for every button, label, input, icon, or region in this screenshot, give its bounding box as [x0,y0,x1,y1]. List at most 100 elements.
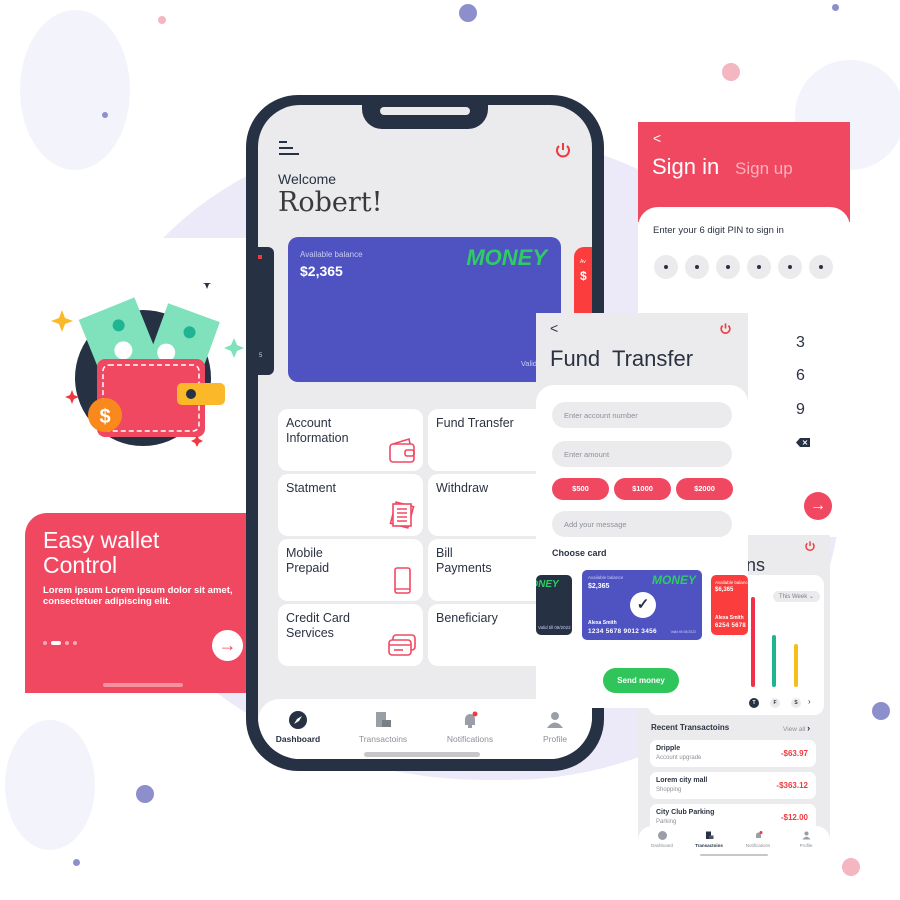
tab-profile[interactable]: Profile [786,831,826,848]
day-chip[interactable]: S [791,698,801,708]
transaction-name: City Club Parking [656,809,715,816]
tile-mobile-prepaid[interactable]: Mobile Prepaid [278,539,423,601]
power-icon[interactable] [554,141,572,159]
card-option[interactable]: MONEY Valid till 08/2022 [536,575,572,635]
view-all-label: View all [783,726,806,733]
tile-label: Beneficiary [436,611,498,625]
day-chip[interactable]: F [770,698,780,708]
period-select[interactable]: This Week ⌄ [773,591,820,602]
tab-dashboard[interactable]: Dashboard [642,831,682,848]
tab-label: Profile [542,734,568,744]
home-indicator [103,683,183,687]
fund-transfer-screen: < Fund Transfer Enter account number Ent… [536,313,748,708]
tab-transactoins[interactable]: Transactoins [689,831,729,848]
hamburger-icon[interactable] [279,141,301,159]
day-chip-active[interactable]: T [749,698,759,708]
card-brand: MONEY [536,579,559,590]
signin-submit-button[interactable]: → [804,492,832,520]
backspace-icon[interactable] [796,438,810,447]
transaction-category: Parking [656,819,677,825]
view-all-link[interactable]: View all › [783,723,810,733]
tab-notifications[interactable]: Notifications [435,711,505,744]
user-icon [547,712,563,728]
balance-card[interactable]: Available balance $2,365 MONEY Valid til… [288,237,567,382]
next-button[interactable]: → [212,630,243,661]
transaction-row[interactable]: Dripple Account upgrade -$63.97 [650,740,816,767]
quick-amount-button[interactable]: $500 [552,478,609,500]
decor-dot [136,785,154,803]
tile-credit-card-services[interactable]: Credit Card Services [278,604,423,666]
tab-profile[interactable]: Profile [520,711,590,744]
tab-sign-up[interactable]: Sign up [735,159,793,179]
chart-bar-teal [772,635,776,687]
tile-account-information[interactable]: Account Information [278,409,423,471]
home-indicator [364,752,480,757]
receipt-icon [376,712,391,727]
arrow-right-icon: → [218,635,237,655]
pin-digit [685,255,709,279]
tile-statment[interactable]: Statment [278,474,423,536]
page-dot[interactable] [43,641,47,645]
chevron-left-icon[interactable]: < [550,320,558,336]
power-icon[interactable] [804,540,816,552]
account-number-input[interactable]: Enter account number [552,402,732,428]
balance-label: Available balance [588,575,624,580]
bottom-tab-bar: Dashboard Transactoins Notifications Pro… [258,699,592,759]
tile-label: Credit Card Services [286,611,350,640]
arrow-right-icon: → [810,497,826,514]
card-validity: Valid till 08/2022 [538,625,571,630]
page-dot[interactable] [65,641,69,645]
tile-label: Account Information [286,416,349,445]
page-dot[interactable] [73,641,77,645]
power-icon[interactable] [719,322,732,335]
keypad-key[interactable]: 9 [796,401,805,419]
wallet-illustration-icon: $ [51,283,244,447]
tab-label: Profile [799,843,813,848]
tab-label: Notifications [446,734,494,744]
period-label: This Week [779,594,808,600]
bottom-tab-bar: Dashboard Transactoins Notifications Pro… [638,826,830,860]
welcome-text: Welcome [278,171,337,187]
tile-label: Withdraw [436,481,489,495]
transaction-amount: -$12.00 [780,813,808,822]
keypad-key[interactable]: 3 [796,334,805,352]
chevron-right-icon[interactable]: › [808,697,811,706]
keypad-key[interactable]: 6 [796,367,805,385]
amount-input[interactable]: Enter amount [552,441,732,467]
pin-digit [716,255,740,279]
pin-digit [809,255,833,279]
tab-notifications[interactable]: Notifications [738,831,778,848]
page-indicator[interactable] [43,641,77,645]
balance-value: $2,365 [300,263,343,279]
recent-transactions-title: Recent Transactoins [651,723,730,732]
page-dot-active[interactable] [51,641,61,645]
message-input[interactable]: Add your message [552,511,732,537]
tab-transactoins[interactable]: Transactoins [348,711,418,744]
decor-dot [73,859,80,866]
onboarding-title: Easy wallet Control [43,527,160,578]
quick-amount-button[interactable]: $2000 [676,478,733,500]
card-option[interactable]: Available balance $6,365 Alexa Smith 625… [711,575,748,635]
transaction-category: Account upgrade [656,755,702,761]
quick-amount-button[interactable]: $1000 [614,478,671,500]
card-carousel-prev[interactable]: 5 [258,247,274,375]
onboarding-screen: $ Easy wallet Control Lorem ipsum Lorem … [25,238,250,693]
card-validity: Valid till 08/2022 [670,630,696,634]
svg-text:$: $ [99,406,110,428]
transaction-name: Dripple [656,745,681,752]
send-money-button[interactable]: Send money [603,668,679,693]
home-indicator [700,854,768,856]
decor-dot [842,858,860,876]
card-number: 6254 5678 [715,623,747,629]
transaction-amount: -$363.12 [776,781,808,790]
card-option-selected[interactable]: Available balance $2,365 MONEY ✓ Alexa S… [582,570,702,640]
chevron-left-icon[interactable]: < [653,130,661,146]
tab-dashboard[interactable]: Dashboard [263,711,333,744]
transaction-row[interactable]: Lorem city mall Shopping -$363.12 [650,772,816,799]
tab-sign-in[interactable]: Sign in [652,154,719,180]
tab-label: Transactoins [358,734,408,744]
tile-label: Fund Transfer [436,416,514,430]
tile-label: Mobile Prepaid [286,546,330,575]
bell-icon [465,711,478,728]
wallet-icon [389,437,415,463]
